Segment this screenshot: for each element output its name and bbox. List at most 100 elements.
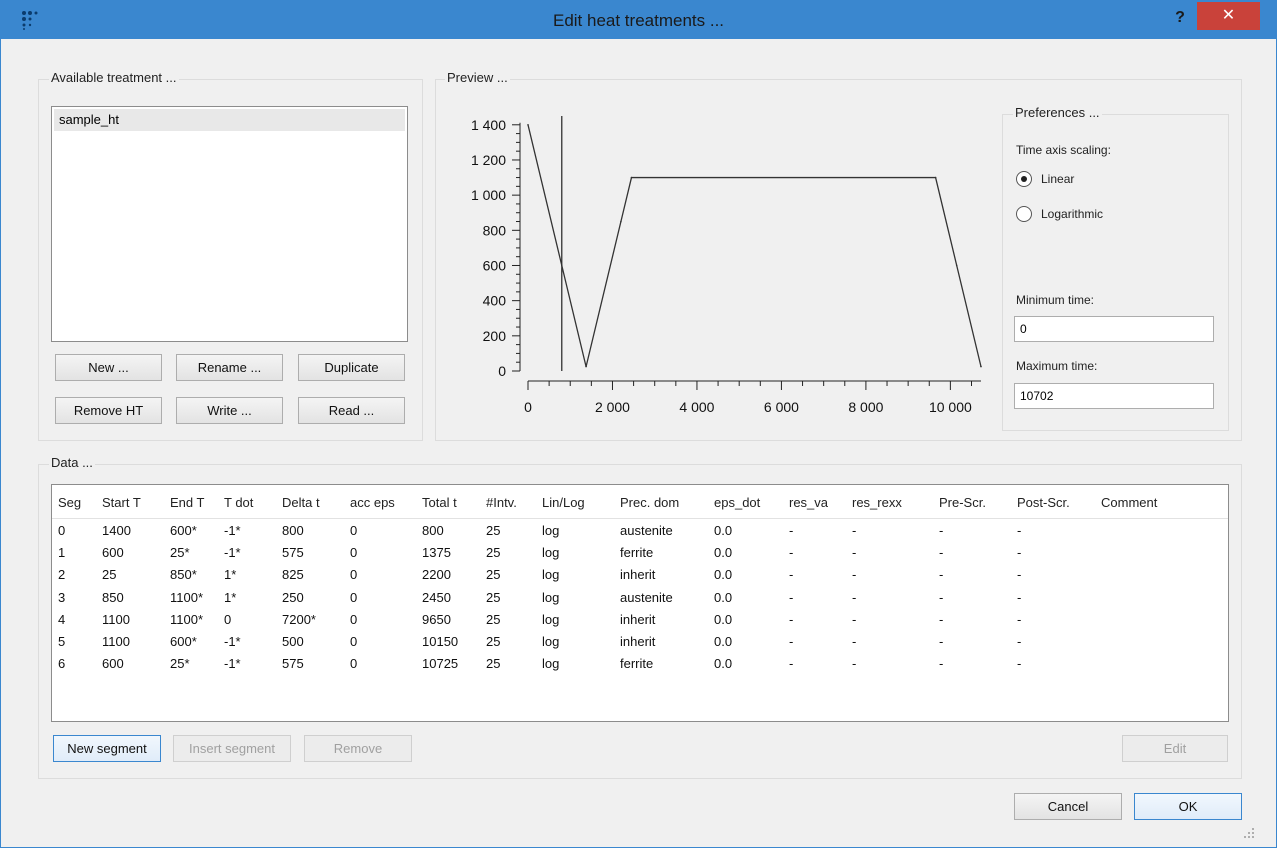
table-cell: 1400 [102,523,131,538]
remove-ht-button[interactable]: Remove HT [55,397,162,424]
read-button[interactable]: Read ... [298,397,405,424]
table-row[interactable]: 1 600 25* -1* 575 0 1375 25 log ferrite 0.0 - - - - [52,542,1228,564]
table-cell: 25* [170,656,190,672]
column-header[interactable]: Lin/Log [542,495,585,510]
min-time-input[interactable]: 0 [1014,316,1214,342]
x-tick-label: 0 [524,399,532,415]
available-treatment-label: Available treatment ... [49,70,179,85]
table-cell: 825 [282,567,304,583]
table-cell: 600 [102,545,124,561]
column-header[interactable]: eps_dot [714,495,760,510]
table-row[interactable]: 4 1100 1100* 0 7200* 0 9650 25 log inherit 0.0 - - - - [52,609,1228,631]
table-cell: - [939,567,944,583]
insert-segment-button[interactable]: Insert segment [173,735,291,762]
table-cell: 850* [170,567,197,583]
linear-radio[interactable] [1016,171,1032,187]
table-cell: log [542,656,560,672]
table-cell: - [852,523,857,538]
table-cell: log [542,545,560,561]
column-header[interactable]: Total t [422,495,457,510]
table-cell: 1100* [170,611,204,627]
preview-chart: 1 400 1 200 1 000 800 600 400 200 0 0 2 000 4 000 6… [446,101,996,446]
help-icon[interactable]: ? [1165,5,1195,31]
logarithmic-label[interactable]: Logarithmic [1041,207,1103,221]
table-cell: 600* [170,523,197,538]
table-row[interactable]: 6 600 25* -1* 575 0 10725 25 log ferrite 0.0 - - - - [52,653,1228,675]
table-row[interactable]: 3 850 1100* 1* 250 0 2450 25 log austenite 0.0 - - - - [52,587,1228,609]
column-header[interactable]: Delta t [282,495,320,510]
table-cell: - [789,656,794,672]
data-point [620,220,622,223]
max-time-input[interactable]: 10702 [1014,383,1214,409]
column-header[interactable]: res_va [789,495,828,510]
duplicate-button[interactable]: Duplicate [298,354,405,381]
column-header[interactable]: #Intv. [486,495,517,510]
column-header[interactable]: Start T [102,495,141,510]
table-cell: - [852,611,857,627]
preferences-label: Preferences ... [1013,105,1102,120]
table-cell: 9650 [422,611,451,627]
column-header[interactable]: Seg [58,495,81,510]
new-segment-button[interactable]: New segment [53,735,161,762]
table-cell: log [542,523,560,538]
table-cell: 0.0 [714,567,733,583]
title-bar[interactable]: Edit heat treatments ... ? ✕ [1,1,1276,39]
table-cell: 800 [282,523,304,538]
column-header[interactable]: End T [170,495,204,510]
table-cell: austenite [620,589,673,605]
rename-button[interactable]: Rename ... [176,354,283,381]
table-cell: 2450 [422,589,451,605]
column-header[interactable]: acc eps [350,495,395,510]
table-cell: - [939,589,944,605]
table-cell: 850 [102,589,124,605]
list-item[interactable]: sample_ht [54,109,405,131]
y-tick-label: 800 [483,222,507,238]
table-row[interactable]: 5 1100 600* -1* 500 0 10150 25 log inherit 0.0 - - - - [52,631,1228,653]
table-cell: 1* [224,567,237,583]
table-cell: - [1017,545,1022,561]
column-header[interactable]: Pre-Scr. [939,495,986,510]
table-cell: - [1017,656,1022,672]
temperature-series-line [527,124,982,367]
new-button[interactable]: New ... [55,354,162,381]
table-cell: 25* [170,545,190,561]
table-cell: 6 [58,656,66,672]
table-cell: 0.0 [714,523,733,538]
table-cell: 575 [282,545,304,561]
table-cell: - [1017,523,1022,538]
table-row[interactable]: 2 25 850* 1* 825 0 2200 25 log inherit 0.0 - - - - [52,564,1228,586]
column-header[interactable]: res_rexx [852,495,902,510]
max-time-label: Maximum time: [1016,359,1098,373]
column-header[interactable]: Prec. dom [620,495,679,510]
ok-button[interactable]: OK [1134,793,1242,820]
remove-segment-button[interactable]: Remove [304,735,412,762]
resize-grip-icon[interactable] [1241,825,1255,839]
table-cell: 25 [486,634,501,649]
table-cell: austenite [620,523,673,538]
close-icon[interactable]: ✕ [1197,2,1260,30]
column-header[interactable]: T dot [224,495,253,510]
table-cell: - [852,656,857,672]
table-cell: 1* [224,589,237,605]
min-time-label: Minimum time: [1016,293,1095,307]
table-cell: 1100 [102,634,130,649]
table-cell: 25 [486,545,501,561]
edit-button[interactable]: Edit [1122,735,1228,762]
data-point [560,264,563,267]
table-cell: 250 [282,589,304,605]
column-header[interactable]: Comment [1101,495,1157,510]
table-cell: 0 [224,611,232,627]
table-row[interactable]: 0 1400 600* -1* 800 0 800 25 log austenite 0.0 - - - - [52,520,1228,542]
table-cell: - [789,523,794,538]
column-header[interactable]: Post-Scr. [1017,495,1070,510]
logarithmic-radio[interactable] [1016,206,1032,222]
table-cell: - [789,589,794,605]
linear-label[interactable]: Linear [1041,172,1074,186]
table-cell: -1* [224,523,241,538]
table-cell: 5 [58,634,66,649]
cancel-button[interactable]: Cancel [1014,793,1122,820]
treatment-list[interactable]: sample_ht [51,106,408,342]
write-button[interactable]: Write ... [176,397,283,424]
segments-table[interactable]: Seg Start T End T T dot Delta t acc eps Total … [51,484,1229,722]
y-tick-label: 600 [483,257,507,273]
